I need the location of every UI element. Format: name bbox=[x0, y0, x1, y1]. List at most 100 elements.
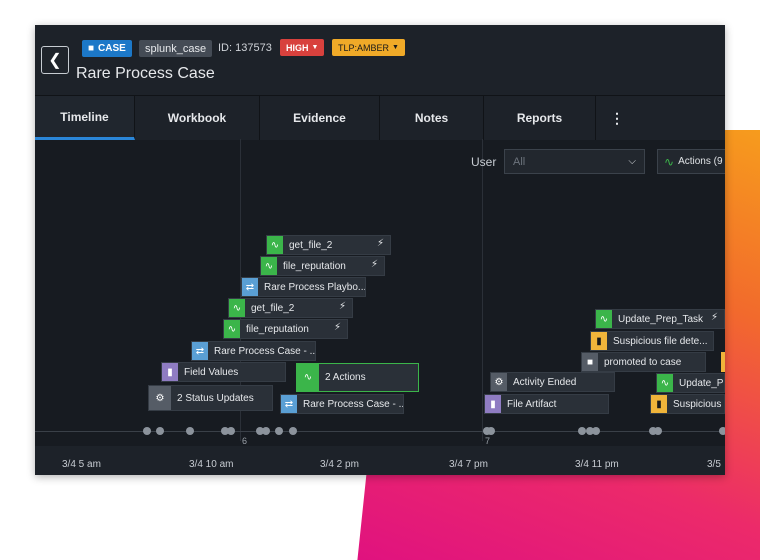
time-axis bbox=[35, 446, 725, 475]
case-id: ID: 137573 bbox=[218, 42, 272, 54]
timeline-event[interactable]: ▮ Suspicious file dete... bbox=[590, 331, 714, 351]
event-label: get_file_2 bbox=[251, 302, 295, 314]
workflow-icon: ⇄ bbox=[281, 395, 297, 413]
time-axis-label: 3/4 2 pm bbox=[320, 459, 359, 470]
time-axis-label: 3/4 7 pm bbox=[449, 459, 488, 470]
timeline-event[interactable]: ∿ Update_Prep_Task ⚡︎ bbox=[595, 309, 725, 329]
event-dot[interactable] bbox=[592, 427, 600, 435]
event-label: File Artifact bbox=[507, 398, 557, 410]
bolt-icon: ⚡︎ bbox=[710, 312, 718, 323]
chevron-down-icon: ⌵ bbox=[628, 156, 636, 167]
timeline-event[interactable]: ⇄ Rare Process Playbo... bbox=[241, 277, 366, 297]
event-label: promoted to case bbox=[604, 356, 682, 368]
timeline-event[interactable]: ▮ Suspicious bbox=[650, 394, 725, 414]
timeline-event[interactable]: ▮ Field Values bbox=[161, 362, 286, 382]
timeline-event[interactable]: ▮ File Artifact bbox=[484, 394, 609, 414]
event-dot[interactable] bbox=[262, 427, 270, 435]
chevron-down-icon: ▼ bbox=[392, 44, 399, 51]
event-dot[interactable] bbox=[289, 427, 297, 435]
case-badge: ■ CASE bbox=[82, 40, 132, 57]
event-dot[interactable] bbox=[487, 427, 495, 435]
chevron-left-icon: ❮ bbox=[48, 52, 62, 69]
time-axis-label: 3/4 5 am bbox=[62, 459, 101, 470]
action-pulse-icon: ∿ bbox=[229, 299, 245, 317]
event-label: Field Values bbox=[184, 366, 239, 378]
event-label: Rare Process Case - ... bbox=[214, 345, 316, 357]
action-pulse-icon: ∿ bbox=[596, 310, 612, 328]
tab-workbook[interactable]: Workbook bbox=[135, 96, 260, 140]
timeline-event[interactable]: ∿ file_reputation ⚡︎ bbox=[260, 256, 385, 276]
case-header: ❮ ■ CASE splunk_case ID: 137573 HIGH ▼ T… bbox=[35, 25, 725, 95]
event-dot[interactable] bbox=[186, 427, 194, 435]
time-axis-label: 3/4 11 pm bbox=[575, 459, 619, 470]
time-axis-label: 3/4 10 am bbox=[189, 459, 234, 470]
cluster-count: 7 bbox=[485, 436, 491, 446]
tab-timeline[interactable]: Timeline bbox=[35, 96, 135, 140]
action-pulse-icon: ∿ bbox=[297, 364, 319, 391]
case-window: ❮ ■ CASE splunk_case ID: 137573 HIGH ▼ T… bbox=[35, 25, 725, 475]
event-dot[interactable] bbox=[143, 427, 151, 435]
timeline-event[interactable]: ⚙︎ Activity Ended bbox=[490, 372, 615, 392]
cluster-count: 6 bbox=[242, 436, 248, 446]
timeline-event[interactable]: ∿ Update_Pr bbox=[656, 373, 725, 393]
bolt-icon: ⚡︎ bbox=[338, 301, 346, 312]
action-pulse-icon: ∿ bbox=[267, 236, 283, 254]
event-edge-marker bbox=[721, 352, 725, 372]
chevron-down-icon: ▼ bbox=[311, 44, 319, 51]
event-dot[interactable] bbox=[227, 427, 235, 435]
severity-dropdown[interactable]: HIGH ▼ bbox=[280, 39, 325, 56]
event-label: Suspicious bbox=[673, 398, 722, 410]
action-pulse-icon: ∿ bbox=[657, 374, 673, 392]
event-label: Update_Prep_Task bbox=[618, 313, 704, 325]
event-dot[interactable] bbox=[719, 427, 725, 435]
bolt-icon: ⚡︎ bbox=[370, 259, 378, 270]
grid-line bbox=[482, 139, 483, 441]
timeline-event-group[interactable]: ∿ 2 Actions bbox=[296, 363, 419, 392]
file-icon: ▮ bbox=[591, 332, 607, 350]
action-pulse-icon: ∿ bbox=[261, 257, 277, 275]
timeline-event[interactable]: ∿ get_file_2 ⚡︎ bbox=[266, 235, 391, 255]
workflow-icon: ⇄ bbox=[192, 342, 208, 360]
user-filter-label: User bbox=[471, 155, 497, 169]
bolt-icon: ⚡︎ bbox=[333, 322, 341, 333]
action-pulse-icon: ∿ bbox=[224, 320, 240, 338]
actions-filter-label: Actions (9 bbox=[678, 156, 723, 167]
workflow-icon: ⇄ bbox=[242, 278, 258, 296]
event-label: Rare Process Playbo... bbox=[264, 281, 366, 293]
event-label: Suspicious file dete... bbox=[613, 335, 708, 347]
event-label: Rare Process Case - ... bbox=[303, 398, 404, 410]
event-label: Update_Pr bbox=[679, 377, 725, 389]
event-label: file_reputation bbox=[283, 260, 346, 272]
event-dot[interactable] bbox=[156, 427, 164, 435]
event-label: file_reputation bbox=[246, 323, 309, 335]
back-button[interactable]: ❮ bbox=[41, 46, 69, 74]
time-axis-label: 3/5 bbox=[707, 459, 721, 470]
file-icon: ▮ bbox=[651, 395, 667, 413]
event-dot[interactable] bbox=[275, 427, 283, 435]
timeline-event[interactable]: ⚙︎ 2 Status Updates bbox=[148, 385, 273, 411]
event-dot[interactable] bbox=[578, 427, 586, 435]
event-label: 2 Actions bbox=[325, 372, 366, 383]
timeline-event[interactable]: ∿ file_reputation ⚡︎ bbox=[223, 319, 348, 339]
tab-reports[interactable]: Reports bbox=[484, 96, 596, 140]
user-filter-select[interactable]: All ⌵ bbox=[504, 149, 645, 174]
kebab-menu-icon[interactable]: ⋮ bbox=[607, 96, 627, 140]
tab-evidence[interactable]: Evidence bbox=[260, 96, 380, 140]
gear-icon: ⚙︎ bbox=[491, 373, 507, 391]
gear-icon: ⚙︎ bbox=[149, 386, 171, 410]
document-icon: ▮ bbox=[485, 395, 501, 413]
event-label: Activity Ended bbox=[513, 376, 577, 388]
briefcase-icon: ■ bbox=[88, 43, 95, 54]
timeline-event[interactable]: ■ promoted to case bbox=[581, 352, 706, 372]
timeline-event[interactable]: ⇄ Rare Process Case - ... bbox=[280, 394, 404, 414]
bolt-icon: ⚡︎ bbox=[376, 238, 384, 249]
severity-label: HIGH bbox=[286, 42, 309, 53]
action-pulse-icon: ∿ bbox=[664, 154, 675, 169]
tab-notes[interactable]: Notes bbox=[380, 96, 484, 140]
document-icon: ▮ bbox=[162, 363, 178, 381]
timeline-event[interactable]: ∿ get_file_2 ⚡︎ bbox=[228, 298, 353, 318]
tlp-dropdown[interactable]: TLP:AMBER ▼ bbox=[332, 39, 405, 56]
timeline-event[interactable]: ⇄ Rare Process Case - ... bbox=[191, 341, 316, 361]
actions-filter-button[interactable]: ∿ Actions (9 bbox=[657, 149, 725, 174]
event-dot[interactable] bbox=[654, 427, 662, 435]
